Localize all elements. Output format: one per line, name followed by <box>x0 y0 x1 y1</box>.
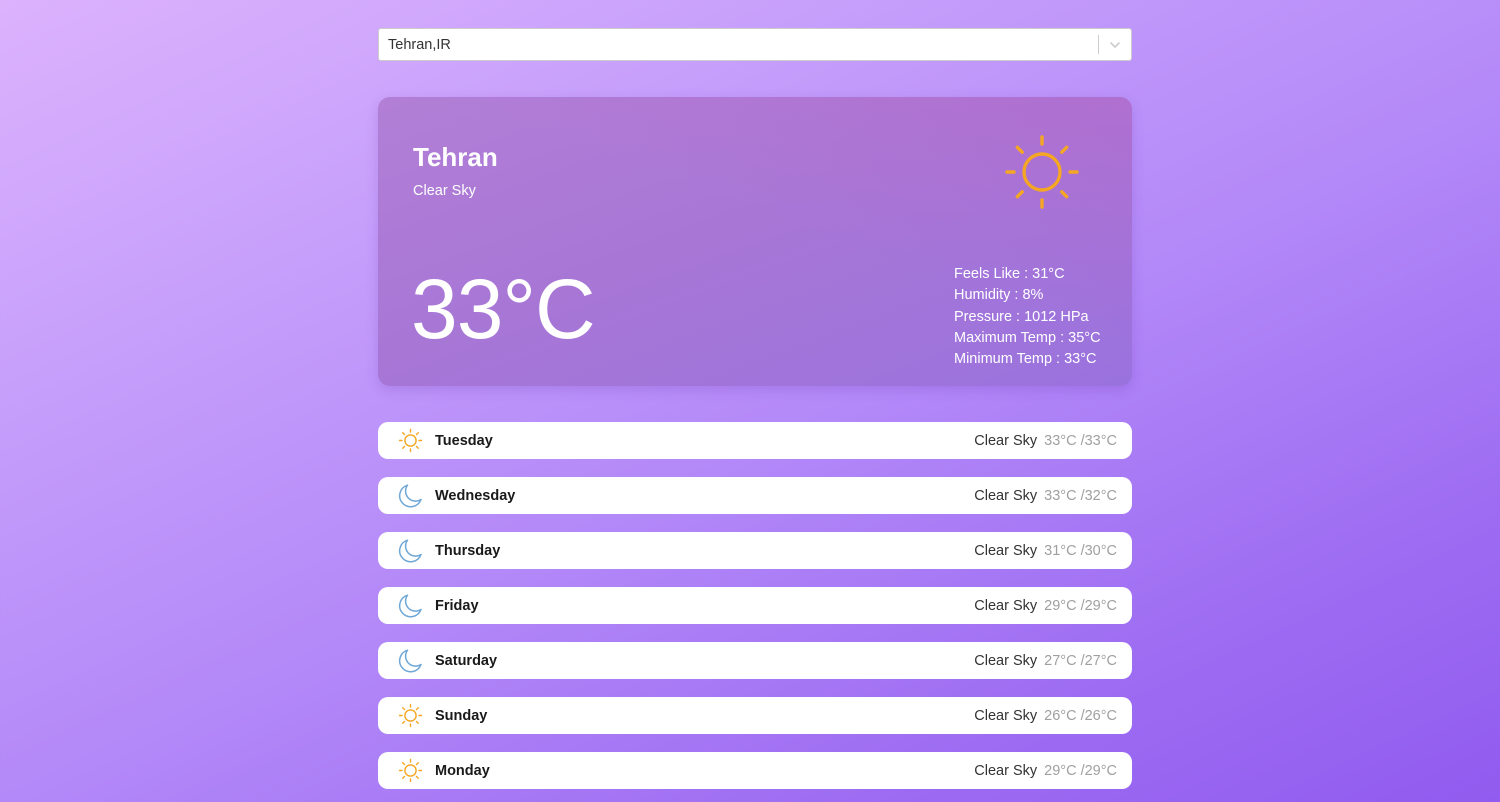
sun-icon <box>398 428 423 453</box>
humidity: Humidity : 8% <box>954 287 1044 304</box>
forecast-row[interactable]: Wednesday Clear Sky 33°C /32°C <box>378 477 1132 514</box>
min-temp: Minimum Temp : 33°C <box>954 351 1097 368</box>
forecast-temps: 31°C /30°C <box>1044 542 1117 559</box>
forecast-temps: 29°C /29°C <box>1044 597 1117 614</box>
moon-icon <box>398 538 423 563</box>
forecast-temps: 27°C /27°C <box>1044 652 1117 669</box>
forecast-row[interactable]: Sunday Clear Sky 26°C /26°C <box>378 697 1132 734</box>
moon-icon <box>398 483 423 508</box>
forecast-summary: Clear Sky 29°C /29°C <box>974 598 1117 614</box>
forecast-day: Friday <box>435 597 479 614</box>
forecast-condition: Clear Sky <box>974 432 1038 449</box>
city-select[interactable]: Tehran,IR <box>378 28 1132 61</box>
weather-description: Clear Sky <box>413 183 476 199</box>
forecast-summary: Clear Sky 33°C /32°C <box>974 488 1117 504</box>
forecast-row[interactable]: Tuesday Clear Sky 33°C /33°C <box>378 422 1132 459</box>
forecast-row[interactable]: Friday Clear Sky 29°C /29°C <box>378 587 1132 624</box>
forecast-day: Tuesday <box>435 432 493 449</box>
forecast-day: Thursday <box>435 542 501 559</box>
forecast-summary: Clear Sky 29°C /29°C <box>974 763 1117 779</box>
chevron-down-icon[interactable] <box>1099 29 1131 60</box>
forecast-summary: Clear Sky 31°C /30°C <box>974 543 1117 559</box>
city-select-value[interactable]: Tehran,IR <box>379 37 1098 53</box>
forecast-temps: 33°C /33°C <box>1044 432 1117 449</box>
forecast-condition: Clear Sky <box>974 542 1038 559</box>
forecast-summary: Clear Sky 33°C /33°C <box>974 433 1117 449</box>
forecast-summary: Clear Sky 27°C /27°C <box>974 653 1117 669</box>
forecast-temps: 33°C /32°C <box>1044 487 1117 504</box>
pressure: Pressure : 1012 HPa <box>954 308 1089 325</box>
current-temperature: 33°C <box>411 262 596 356</box>
forecast-day: Sunday <box>435 707 488 724</box>
forecast-row[interactable]: Saturday Clear Sky 27°C /27°C <box>378 642 1132 679</box>
moon-icon <box>398 593 423 618</box>
forecast-temps: 26°C /26°C <box>1044 707 1117 724</box>
forecast-list: Tuesday Clear Sky 33°C /33°C Wednesday C… <box>378 422 1132 789</box>
current-weather-card: Tehran Clear Sky 33°C Feels Like : 31°C <box>378 97 1132 386</box>
moon-icon <box>398 648 423 673</box>
forecast-condition: Clear Sky <box>974 652 1038 669</box>
forecast-row[interactable]: Monday Clear Sky 29°C /29°C <box>378 752 1132 789</box>
forecast-condition: Clear Sky <box>974 707 1038 724</box>
forecast-summary: Clear Sky 26°C /26°C <box>974 708 1117 724</box>
forecast-day: Wednesday <box>435 487 516 504</box>
sun-icon <box>398 703 423 728</box>
sun-icon <box>1004 134 1080 210</box>
forecast-condition: Clear Sky <box>974 487 1038 504</box>
forecast-row[interactable]: Thursday Clear Sky 31°C /30°C <box>378 532 1132 569</box>
city-name: Tehran <box>413 142 498 172</box>
app-container: Tehran,IR Tehran Clear Sky 33°C Feels Li… <box>378 28 1132 802</box>
forecast-temps: 29°C /29°C <box>1044 762 1117 779</box>
forecast-condition: Clear Sky <box>974 597 1038 614</box>
forecast-condition: Clear Sky <box>974 762 1038 779</box>
max-temp: Maximum Temp : 35°C <box>954 329 1101 346</box>
feels-like: Feels Like : 31°C <box>954 266 1065 282</box>
sun-icon <box>398 758 423 783</box>
forecast-day: Saturday <box>435 652 498 669</box>
forecast-day: Monday <box>435 762 490 779</box>
weather-details: Feels Like : 31°C Humidity : 8% Pressure… <box>954 264 1101 370</box>
